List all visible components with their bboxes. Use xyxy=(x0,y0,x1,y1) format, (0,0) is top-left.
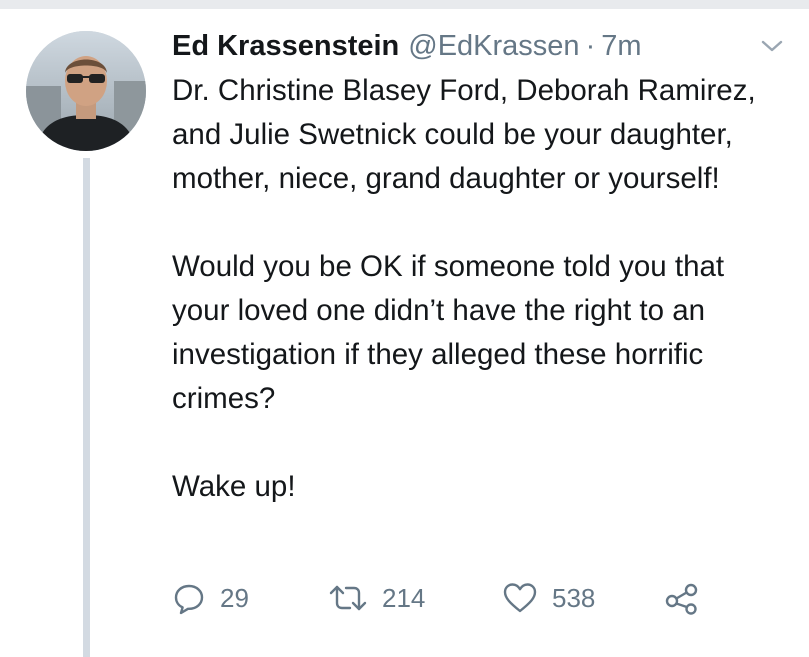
share-button[interactable] xyxy=(664,576,700,620)
reply-icon xyxy=(174,584,204,615)
like-button[interactable]: 538 xyxy=(502,576,595,620)
header-separator: · xyxy=(585,30,596,62)
reply-count: 29 xyxy=(220,582,249,613)
reply-button[interactable]: 29 xyxy=(172,576,249,620)
author-display-name[interactable]: Ed Krassenstein xyxy=(172,26,399,66)
avatar[interactable] xyxy=(26,31,146,151)
tweet-text: Dr. Christine Blasey Ford, Deborah Ramir… xyxy=(172,69,782,509)
retweet-count: 214 xyxy=(382,582,426,613)
heart-icon xyxy=(503,583,537,613)
retweet-button[interactable]: 214 xyxy=(328,576,425,620)
tweet-paragraph-1: Dr. Christine Blasey Ford, Deborah Ramir… xyxy=(172,74,756,195)
chevron-down-icon xyxy=(761,40,783,52)
retweet-icon xyxy=(329,585,367,611)
top-divider xyxy=(0,0,809,9)
tweet-menu-button[interactable] xyxy=(758,36,786,56)
thread-line xyxy=(83,158,90,657)
tweet-timestamp[interactable]: 7m xyxy=(601,26,641,66)
tweet-header: Ed Krassenstein @EdKrassen · 7m xyxy=(172,26,642,66)
tweet-paragraph-3: Wake up! xyxy=(172,470,296,503)
like-count: 538 xyxy=(552,582,596,613)
author-handle[interactable]: @EdKrassen xyxy=(408,26,579,66)
tweet-paragraph-2: Would you be OK if someone told you that… xyxy=(172,250,725,415)
tweet-actions: 29 214 538 xyxy=(172,576,772,620)
share-icon xyxy=(665,583,698,615)
